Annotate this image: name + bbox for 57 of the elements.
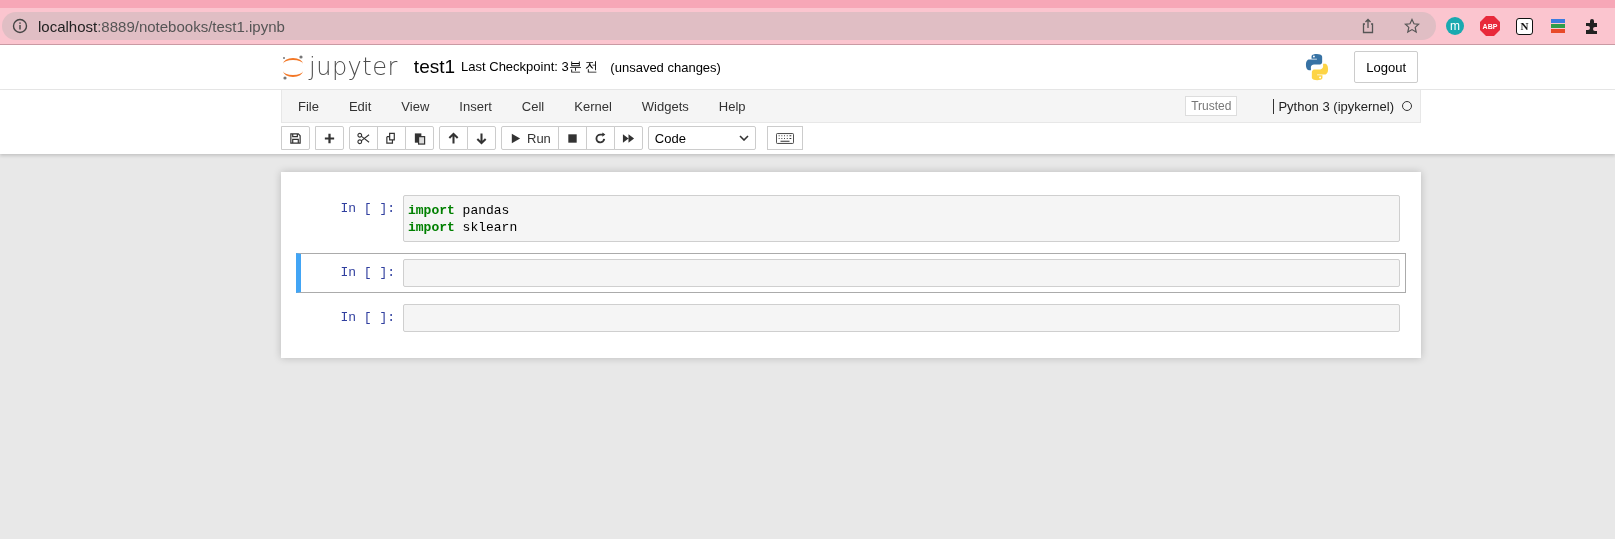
- code-cell[interactable]: In [ ]:: [296, 253, 1406, 293]
- code-cell[interactable]: In [ ]: import pandas import sklearn: [296, 189, 1406, 248]
- menu-item[interactable]: View: [386, 98, 445, 114]
- trusted-indicator[interactable]: Trusted: [1185, 96, 1238, 116]
- kernel-name: Python 3 (ipykernel): [1273, 98, 1394, 114]
- down-button[interactable]: [467, 126, 496, 150]
- plus-button[interactable]: [315, 126, 344, 150]
- url-text: localhost:8889/notebooks/test1.ipynb: [38, 17, 285, 35]
- cut-button[interactable]: [349, 126, 378, 150]
- restart-icon: [593, 131, 607, 145]
- extension-icon[interactable]: N: [1516, 17, 1533, 35]
- stop-button[interactable]: [557, 126, 587, 150]
- menu-item[interactable]: Widgets: [626, 98, 704, 114]
- input-prompt: In [ ]:: [339, 264, 396, 280]
- keyboard-shortcuts-button[interactable]: [766, 126, 803, 150]
- menu-item[interactable]: Edit: [333, 98, 387, 114]
- paste-button[interactable]: [405, 126, 434, 150]
- notebook-name[interactable]: test1: [413, 56, 456, 78]
- logout-button[interactable]: Logout: [1354, 51, 1418, 83]
- extension-icon[interactable]: [1549, 17, 1567, 35]
- menu-item[interactable]: File: [282, 98, 334, 114]
- menu-item[interactable]: Help: [703, 98, 761, 114]
- address-bar[interactable]: localhost:8889/notebooks/test1.ipynb: [2, 12, 1436, 40]
- cell-type-dropdown[interactable]: Code: [647, 126, 756, 150]
- stop-icon: [565, 131, 579, 145]
- play-icon: [509, 131, 522, 145]
- down-arrow-icon: [475, 131, 488, 145]
- share-icon[interactable]: [1360, 18, 1376, 34]
- code-cell[interactable]: In [ ]:: [296, 298, 1406, 338]
- copy-icon: [385, 131, 398, 145]
- menu-item[interactable]: Cell: [506, 98, 560, 114]
- input-prompt: In [ ]:: [339, 200, 396, 216]
- code-editor[interactable]: import pandas import sklearn: [403, 195, 1400, 242]
- run-button[interactable]: Run: [501, 126, 559, 150]
- checkpoint-status: Last Checkpoint: 3분 전: [461, 58, 599, 76]
- up-button[interactable]: [439, 126, 468, 150]
- paste-icon: [413, 131, 426, 145]
- keyboard-icon: [775, 132, 794, 144]
- up-arrow-icon: [447, 131, 460, 145]
- info-icon[interactable]: [12, 18, 28, 34]
- logo-icon[interactable]: [281, 54, 305, 80]
- cell-type-value: Code: [654, 130, 686, 146]
- chevron-down-icon: [738, 135, 749, 141]
- autosave-status: (unsaved changes): [610, 59, 721, 75]
- star-icon[interactable]: [1404, 18, 1420, 34]
- save-button[interactable]: [281, 126, 310, 150]
- scissors-icon: [357, 131, 370, 145]
- fastforward-button[interactable]: [613, 126, 643, 150]
- restart-button[interactable]: [585, 126, 615, 150]
- copy-button[interactable]: [377, 126, 406, 150]
- menu-item[interactable]: Kernel: [559, 98, 627, 114]
- input-prompt: In [ ]:: [339, 309, 396, 325]
- plus-icon: [323, 131, 336, 145]
- code-line: import pandas: [408, 202, 511, 219]
- code-line: import sklearn: [408, 219, 519, 236]
- menu-item[interactable]: Insert: [444, 98, 507, 114]
- logo-text: jupyter: [309, 53, 398, 81]
